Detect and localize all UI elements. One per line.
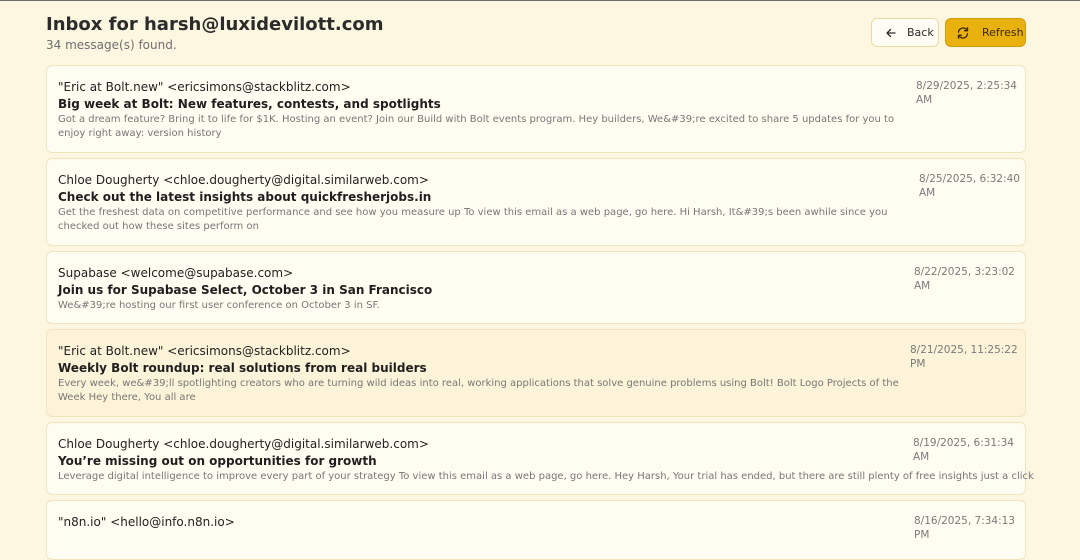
email-sender: "Eric at Bolt.new" <ericsimons@stackblit… [58,80,351,94]
email-sender: "n8n.io" <hello@info.n8n.io> [58,515,235,529]
email-snippet: We&#39;re hosting our first user confere… [58,300,380,311]
email-subject: Weekly Bolt roundup: real solutions from… [58,361,427,375]
email-sender: Chloe Dougherty <chloe.dougherty@digital… [58,173,429,187]
email-date: 8/21/2025, 11:25:22 PM [910,343,1018,371]
email-subject: You’re missing out on opportunities for … [58,454,377,468]
email-item[interactable]: Supabase <welcome@supabase.com> Join us … [46,251,1026,324]
email-date-line: AM [919,187,936,199]
email-date: 8/22/2025, 3:23:02 AM [914,265,1025,293]
refresh-button[interactable]: Refresh [945,18,1026,47]
email-sender: Chloe Dougherty <chloe.dougherty@digital… [58,437,429,451]
email-date: 8/16/2025, 7:34:13 PM [914,514,1025,542]
email-item[interactable]: "Eric at Bolt.new" <ericsimons@stackblit… [46,65,1026,153]
email-date-line: 8/29/2025, 2:25:34 [916,80,1017,92]
email-date-line: 8/19/2025, 6:31:34 AM [913,437,1014,463]
header-actions: Back Refresh [871,18,1026,47]
email-date-line: 8/16/2025, 7:34:13 PM [914,515,1015,541]
refresh-icon [956,26,970,40]
email-snippet: Got a dream feature? Bring it to life fo… [58,114,895,139]
email-date-line: 8/22/2025, 3:23:02 AM [914,266,1015,292]
email-snippet: Leverage digital intelligence to improve… [58,471,1034,482]
email-subject: Big week at Bolt: New features, contests… [58,97,441,111]
email-item[interactable]: Chloe Dougherty <chloe.dougherty@digital… [46,422,1034,495]
email-date-line: AM [916,94,933,106]
email-date-line: 8/21/2025, 11:25:22 [910,344,1018,356]
email-date-line: 8/25/2025, 6:32:40 [919,173,1020,185]
back-button[interactable]: Back [871,18,939,47]
inbox-header: Inbox for harsh@luxidevilott.com 34 mess… [46,13,1026,57]
email-item[interactable]: "n8n.io" <hello@info.n8n.io> 8/16/2025, … [46,500,1026,560]
email-date: 8/25/2025, 6:32:40 AM [919,172,1020,200]
email-subject: Check out the latest insights about quic… [58,190,432,204]
refresh-button-label: Refresh [982,26,1024,39]
email-subject: Join us for Supabase Select, October 3 i… [58,283,433,297]
email-date-line: PM [910,358,926,370]
email-date: 8/29/2025, 2:25:34 AM [916,79,1017,107]
email-item[interactable]: "Eric at Bolt.new" <ericsimons@stackblit… [46,329,1026,417]
email-date: 8/19/2025, 6:31:34 AM [913,436,1025,464]
email-snippet: Get the freshest data on competitive per… [58,207,888,232]
email-sender: "Eric at Bolt.new" <ericsimons@stackblit… [58,344,351,358]
email-item[interactable]: Chloe Dougherty <chloe.dougherty@digital… [46,158,1026,246]
arrow-left-icon [884,26,898,40]
email-snippet: Every week, we&#39;ll spotlighting creat… [58,378,899,403]
back-button-label: Back [907,26,934,39]
email-sender: Supabase <welcome@supabase.com> [58,266,294,280]
